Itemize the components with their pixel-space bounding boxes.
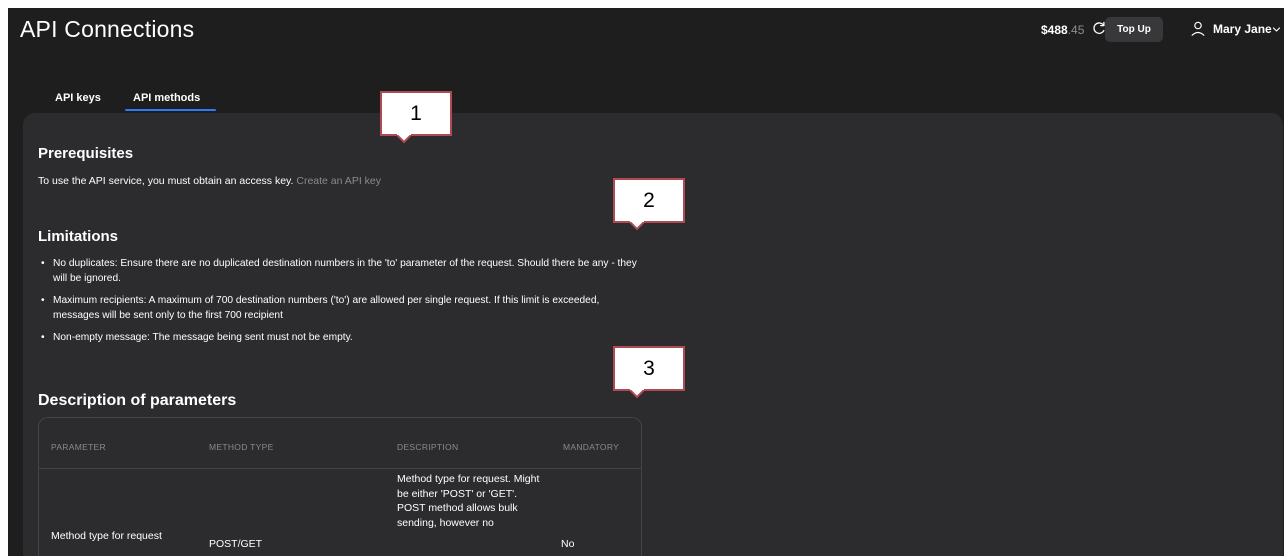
user-name[interactable]: Mary Jane (1213, 22, 1272, 36)
page-title: API Connections (20, 16, 195, 42)
app-window: API Connections $488.45 Top Up Mary Jane… (8, 8, 1284, 556)
chevron-down-icon[interactable] (1272, 25, 1281, 34)
balance-display: $488.45 (1041, 23, 1084, 37)
list-item: Maximum recipients: A maximum of 700 des… (38, 293, 648, 323)
user-icon[interactable] (1191, 21, 1205, 36)
prerequisites-text: To use the API service, you must obtain … (38, 175, 381, 187)
parameters-heading: Description of parameters (38, 392, 237, 409)
callout-number: 2 (613, 178, 685, 223)
list-item: No duplicates: Ensure there are no dupli… (38, 256, 648, 286)
balance-cents: .45 (1067, 23, 1085, 37)
column-header-mandatory: MANDATORY (563, 442, 620, 452)
balance-amount: $488 (1041, 23, 1068, 37)
callout-pointer (629, 221, 645, 231)
column-header-parameter: PARAMETER (51, 442, 106, 452)
callout-pointer (396, 134, 412, 144)
top-up-button[interactable]: Top Up (1105, 17, 1163, 42)
cell-method-type: POST/GET (209, 538, 263, 550)
tab-api-methods[interactable]: API methods (133, 92, 200, 104)
limitations-list: No duplicates: Ensure there are no dupli… (38, 256, 648, 352)
list-item: Non-empty message: The message being sen… (38, 330, 648, 345)
column-header-method-type: METHOD TYPE (209, 442, 274, 452)
callout-number: 1 (380, 91, 452, 136)
active-tab-indicator (125, 109, 216, 111)
prerequisites-sentence: To use the API service, you must obtain … (38, 175, 294, 187)
table-header-divider (39, 468, 641, 469)
callout-number: 3 (613, 346, 685, 391)
cell-description: Method type for request. Might be either… (397, 473, 540, 529)
callout-pointer (629, 389, 645, 399)
column-header-description: DESCRIPTION (397, 442, 459, 452)
create-api-key-link[interactable]: Create an API key (296, 175, 381, 187)
tab-api-keys[interactable]: API keys (55, 92, 101, 104)
prerequisites-heading: Prerequisites (38, 145, 134, 162)
limitations-heading: Limitations (38, 228, 119, 245)
cell-mandatory: No (561, 538, 575, 550)
parameters-table: PARAMETER METHOD TYPE DESCRIPTION MANDAT… (38, 417, 642, 556)
cell-parameter: Method type for request (51, 530, 162, 542)
